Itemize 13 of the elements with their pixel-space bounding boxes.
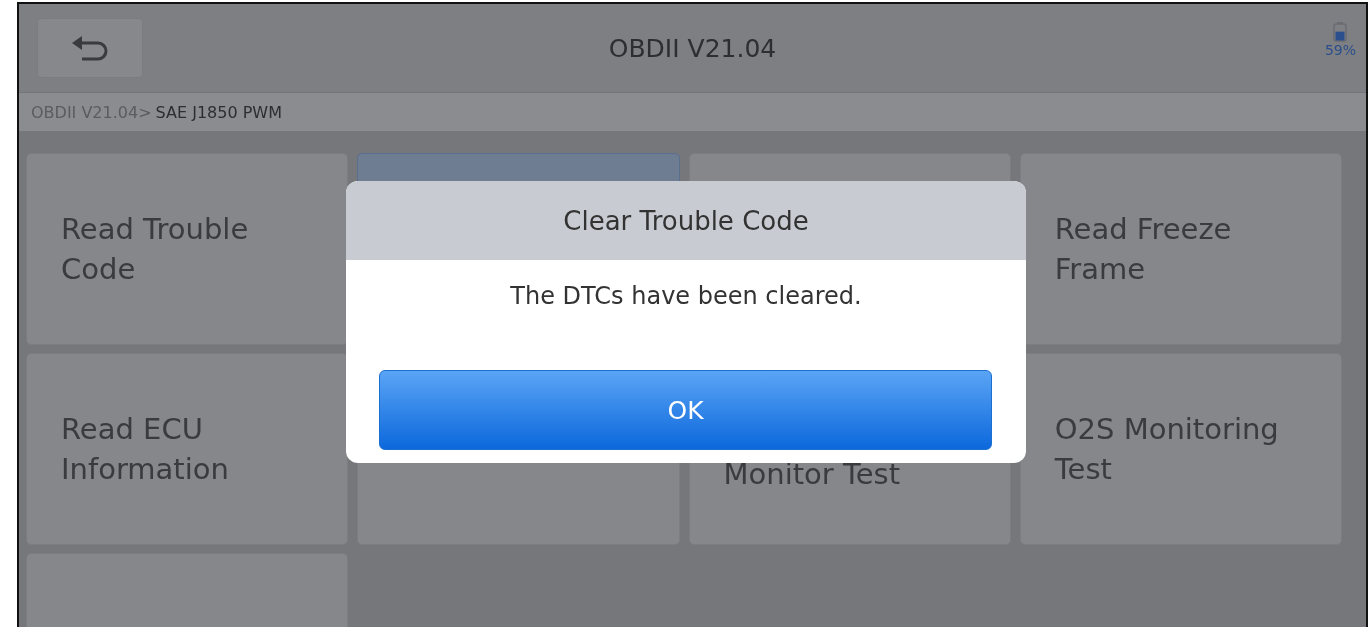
back-button[interactable] (37, 18, 143, 78)
battery-percentage: 59% (1324, 42, 1356, 58)
screen-title: OBDII V21.04 (607, 33, 778, 63)
ok-button[interactable]: OK (379, 370, 992, 450)
menu-tile[interactable]: Read ECU Information (26, 353, 349, 545)
menu-tile[interactable]: O2S Monitoring Test (1019, 353, 1342, 545)
menu-tile[interactable]: Read Trouble Code (26, 153, 349, 345)
back-arrow-icon (70, 35, 110, 61)
menu-tile[interactable]: Read Freeze Frame (1019, 153, 1342, 345)
dialog-title: Clear Trouble Code (346, 181, 1026, 260)
battery-icon (1333, 22, 1348, 42)
breadcrumb-current: SAE J1850 PWM (155, 102, 282, 122)
dialog-message: The DTCs have been cleared. (509, 281, 863, 312)
